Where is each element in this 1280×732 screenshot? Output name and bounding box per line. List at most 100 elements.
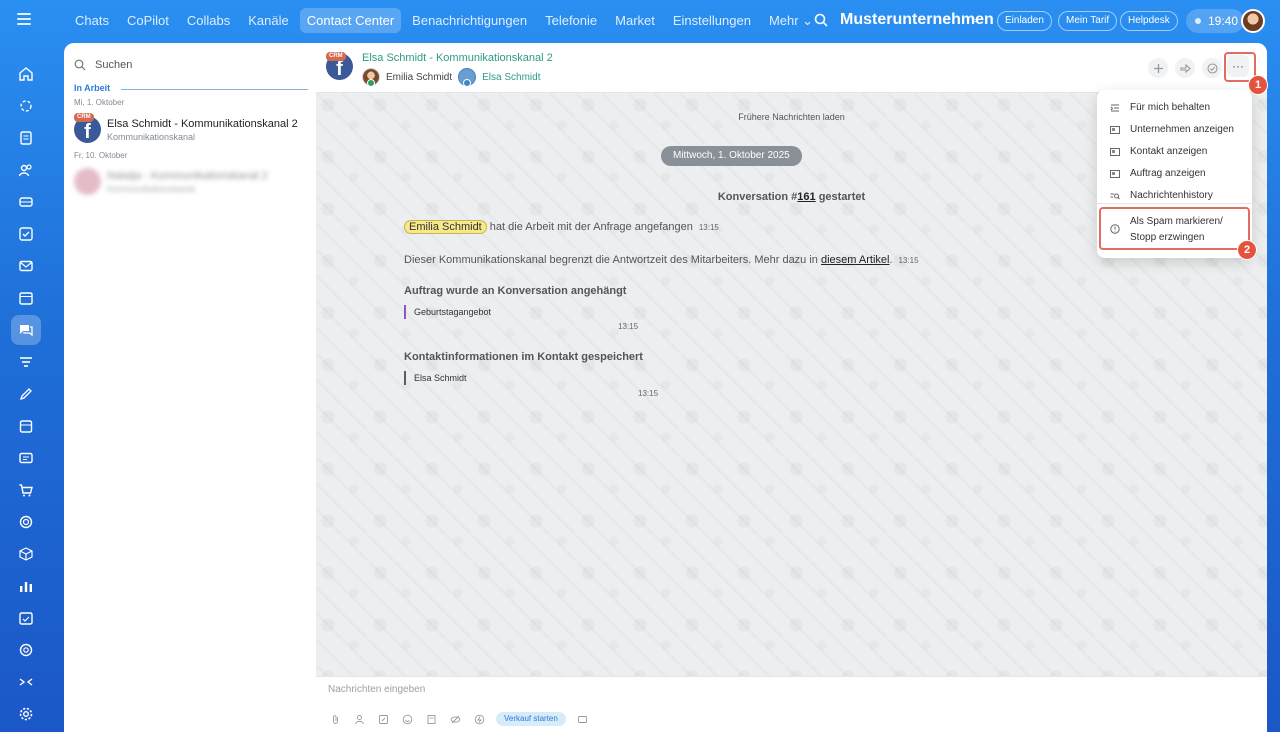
- menu-burger-icon[interactable]: [17, 13, 31, 25]
- cube-icon[interactable]: [16, 544, 36, 564]
- document-icon[interactable]: [16, 128, 36, 148]
- planner-icon[interactable]: [16, 608, 36, 628]
- nav-mehr[interactable]: Mehr ⌄: [762, 8, 820, 33]
- contact-quote[interactable]: Elsa Schmidt: [404, 371, 467, 385]
- chat-search[interactable]: Suchen: [74, 55, 132, 75]
- finish-button[interactable]: [1202, 58, 1222, 78]
- catalog-icon[interactable]: [424, 712, 438, 726]
- nav-chats[interactable]: Chats: [68, 8, 116, 33]
- nav-market[interactable]: Market: [608, 8, 662, 33]
- chat-list-item[interactable]: f CRM Elsa Schmidt - Kommunikationskanal…: [74, 113, 308, 148]
- top-bar: Chats CoPilot Collabs Kanäle Contact Cen…: [0, 0, 1280, 42]
- store-icon[interactable]: [16, 416, 36, 436]
- plus-icon: [1153, 63, 1163, 73]
- search-icon: [74, 59, 86, 71]
- contact-center-icon[interactable]: [11, 315, 41, 345]
- analytics-icon[interactable]: [16, 576, 36, 596]
- message-input[interactable]: Nachrichten eingeben: [328, 684, 425, 695]
- message-time: 13:15: [638, 389, 659, 398]
- helpdesk-button[interactable]: Helpdesk: [1120, 11, 1178, 31]
- pin-list-icon: [1109, 102, 1121, 114]
- message-composer: Nachrichten eingeben Verkauf starten: [316, 676, 1267, 732]
- nav-contact-center[interactable]: Contact Center: [299, 8, 402, 33]
- participant-name[interactable]: Emilia Schmidt: [386, 72, 452, 83]
- avatar: [74, 168, 101, 195]
- users-icon[interactable]: [16, 160, 36, 180]
- nav-kanaele[interactable]: Kanäle: [241, 8, 295, 33]
- integrations-icon[interactable]: [16, 672, 36, 692]
- target-icon[interactable]: [16, 512, 36, 532]
- template-icon[interactable]: [376, 712, 390, 726]
- deal-quote[interactable]: Geburtstagangebot: [404, 305, 491, 319]
- payment-icon[interactable]: [472, 712, 486, 726]
- sparkle-icon[interactable]: [16, 96, 36, 116]
- crm-badge: CRM: [74, 113, 94, 122]
- task-check-icon[interactable]: [16, 224, 36, 244]
- start-sale-button[interactable]: Verkauf starten: [496, 712, 566, 726]
- user-mention[interactable]: Emilia Schmidt: [404, 220, 487, 234]
- user-icon[interactable]: [352, 712, 366, 726]
- invite-button[interactable]: Einladen: [997, 11, 1052, 31]
- home-icon[interactable]: [16, 64, 36, 84]
- avatar[interactable]: [458, 68, 477, 87]
- funnel-icon[interactable]: [16, 352, 36, 372]
- smiley-icon[interactable]: [400, 712, 414, 726]
- menu-separator: [1097, 203, 1252, 204]
- chat-header-title[interactable]: Elsa Schmidt - Kommunikationskanal 2: [362, 52, 553, 64]
- chat-header: f CRM Elsa Schmidt - Kommunikationskanal…: [316, 43, 1267, 93]
- avatar[interactable]: [362, 68, 380, 87]
- hide-icon[interactable]: [448, 712, 462, 726]
- cart-icon[interactable]: [16, 480, 36, 500]
- forward-arrow-icon: [1179, 63, 1191, 73]
- settings-gear-icon[interactable]: [16, 704, 36, 724]
- menu-show-deal[interactable]: Auftrag anzeigen: [1109, 167, 1206, 183]
- quick-reply-icon[interactable]: [576, 712, 590, 726]
- forward-button[interactable]: [1175, 58, 1195, 78]
- callout-badge-2: 2: [1237, 240, 1257, 260]
- tariff-button[interactable]: Mein Tarif: [1058, 11, 1118, 31]
- deal-attached-title: Auftrag wurde an Konversation angehängt: [404, 285, 627, 297]
- calendar-icon[interactable]: [16, 288, 36, 308]
- contact-saved-title: Kontaktinformationen im Kontakt gespeich…: [404, 351, 643, 363]
- add-user-button[interactable]: [1148, 58, 1168, 78]
- system-message: Dieser Kommunikationskanal begrenzt die …: [404, 254, 919, 266]
- menu-show-contact[interactable]: Kontakt anzeigen: [1109, 145, 1207, 161]
- search-placeholder: Suchen: [95, 59, 133, 71]
- mail-icon[interactable]: [16, 256, 36, 276]
- nav-collabs[interactable]: Collabs: [180, 8, 237, 33]
- nav-copilot[interactable]: CoPilot: [120, 8, 176, 33]
- callout-badge-1: 1: [1248, 75, 1268, 95]
- participant-name[interactable]: Elsa Schmidt: [482, 72, 540, 83]
- chat-list-panel: Suchen In Arbeit Mi, 1. Oktober f CRM El…: [64, 43, 316, 732]
- nav-einstellungen[interactable]: Einstellungen: [666, 8, 758, 33]
- sign-pen-icon[interactable]: [16, 384, 36, 404]
- user-avatar[interactable]: [1241, 9, 1265, 33]
- nav-benachrichtigungen[interactable]: Benachrichtigungen: [405, 8, 534, 33]
- menu-show-company[interactable]: Unternehmen anzeigen: [1109, 123, 1234, 139]
- support-icon[interactable]: [16, 640, 36, 660]
- check-circle-icon: [1206, 62, 1218, 74]
- conversation-number-link[interactable]: 161: [797, 191, 815, 203]
- attach-icon[interactable]: [328, 712, 342, 726]
- company-switch-icon[interactable]: ≈: [972, 15, 978, 27]
- chat-subtitle: Kommunikationskanal: [107, 132, 196, 142]
- company-name[interactable]: Musterunternehmen: [840, 11, 994, 29]
- date-separator: Fr, 10. Oktober: [74, 151, 128, 160]
- chat-list-item[interactable]: Natalja - Kommunikationskanal 2 Kommunik…: [74, 168, 308, 200]
- work-time-clock[interactable]: 19:40: [1186, 9, 1244, 33]
- date-separator: Mi, 1. Oktober: [74, 98, 125, 107]
- article-link[interactable]: diesem Artikel: [821, 254, 889, 266]
- section-in-progress: In Arbeit: [74, 83, 308, 93]
- nav-telefonie[interactable]: Telefonie: [538, 8, 604, 33]
- history-search-icon: [1109, 190, 1121, 202]
- deal-card-icon: [1109, 168, 1121, 180]
- id-card-icon[interactable]: [16, 448, 36, 468]
- header-actions: [1148, 58, 1222, 78]
- ticket-icon[interactable]: [16, 192, 36, 212]
- crm-badge: CRM: [326, 52, 346, 61]
- chat-title: Natalja - Kommunikationskanal 2: [107, 170, 268, 182]
- search-icon[interactable]: [814, 13, 828, 27]
- menu-keep-for-me[interactable]: Für mich behalten: [1109, 101, 1210, 117]
- system-message: Emilia Schmidt hat die Arbeit mit der An…: [404, 220, 719, 234]
- date-pill: Mittwoch, 1. Oktober 2025: [661, 146, 802, 166]
